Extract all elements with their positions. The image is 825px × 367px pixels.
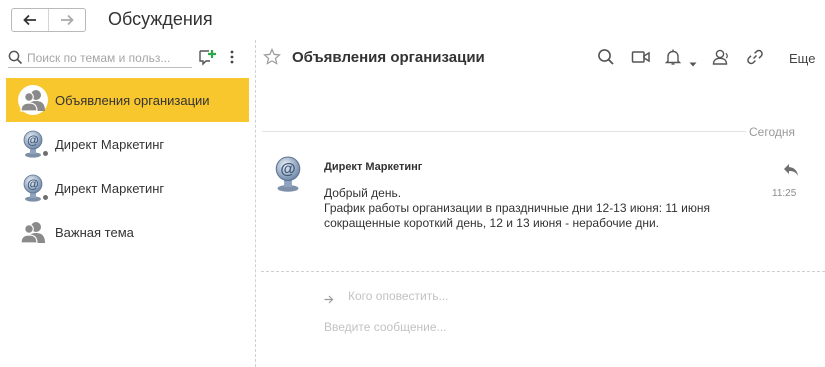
add-comment-icon — [199, 50, 216, 66]
reply-button[interactable] — [783, 163, 799, 180]
status-dot — [42, 150, 49, 157]
copy-link-button[interactable] — [746, 48, 764, 69]
arrow-left-icon — [23, 14, 36, 26]
topic-item[interactable]: Важная тема — [6, 210, 249, 254]
message-line: График работы организации в праздничные … — [324, 201, 710, 215]
message-author[interactable]: Директ Маркетинг — [324, 161, 422, 173]
search-icon — [8, 50, 23, 65]
sidebar-menu-button[interactable] — [229, 50, 235, 67]
video-call-button[interactable] — [631, 48, 651, 69]
search-box — [8, 48, 192, 68]
reply-icon — [784, 164, 798, 176]
svg-text:@: @ — [27, 177, 39, 191]
back-button[interactable] — [12, 9, 48, 31]
search-icon — [598, 49, 614, 65]
star-icon — [263, 48, 281, 65]
chevron-down-icon — [689, 62, 697, 67]
bell-icon — [664, 49, 682, 65]
more-menu-button[interactable]: Еще — [789, 51, 815, 66]
panel-splitter[interactable] — [255, 40, 256, 367]
message-text[interactable]: Добрый день. График работы организации в… — [324, 186, 764, 231]
topic-list: Объявления организации @ Директ Маркетин… — [6, 78, 249, 254]
topic-item[interactable]: Объявления организации — [6, 78, 249, 122]
notifications-button[interactable] — [664, 48, 682, 69]
at-sign-avatar-icon: @ — [275, 156, 301, 192]
notify-recipients-input[interactable] — [348, 289, 648, 303]
navigation-buttons — [11, 8, 86, 32]
forward-button[interactable] — [48, 9, 85, 31]
topic-label: Важная тема — [55, 224, 134, 240]
page-title: Обсуждения — [108, 9, 213, 29]
status-dot — [42, 194, 49, 201]
arrow-right-icon — [324, 292, 334, 307]
users-icon — [712, 49, 728, 65]
add-topic-button[interactable] — [198, 49, 216, 69]
message-line: Добрый день. — [324, 186, 402, 200]
arrow-right-icon — [61, 14, 74, 26]
topic-item[interactable]: @ Директ Маркетинг — [6, 166, 249, 210]
topic-item[interactable]: @ Директ Маркетинг — [6, 122, 249, 166]
search-input[interactable] — [27, 50, 187, 65]
message-input[interactable] — [324, 320, 804, 334]
message-line: сокращенные короткий день, 12 и 13 июня … — [324, 216, 660, 230]
date-separator: Сегодня — [749, 125, 795, 139]
group-icon — [18, 85, 48, 115]
conversation-title: Объявления организации — [292, 49, 485, 66]
author-avatar[interactable]: @ — [271, 155, 305, 196]
at-sign-avatar-icon: @ — [18, 173, 49, 203]
compose-divider — [261, 271, 825, 272]
notifications-dropdown-button[interactable] — [689, 55, 697, 70]
message-time: 11:25 — [772, 188, 797, 199]
topic-label: Объявления организации — [55, 92, 210, 108]
group-icon — [18, 217, 48, 247]
date-divider-line — [262, 131, 746, 132]
svg-text:@: @ — [27, 133, 39, 147]
participants-button[interactable] — [710, 48, 730, 69]
topic-label: Директ Маркетинг — [55, 180, 165, 196]
favorite-button[interactable] — [263, 48, 281, 69]
link-icon — [747, 49, 763, 65]
more-vertical-icon — [230, 50, 234, 64]
topic-label: Директ Маркетинг — [55, 136, 165, 152]
video-camera-icon — [631, 51, 650, 63]
at-sign-avatar-icon: @ — [18, 129, 49, 159]
search-conversation-button[interactable] — [597, 48, 615, 69]
svg-text:@: @ — [280, 161, 295, 178]
